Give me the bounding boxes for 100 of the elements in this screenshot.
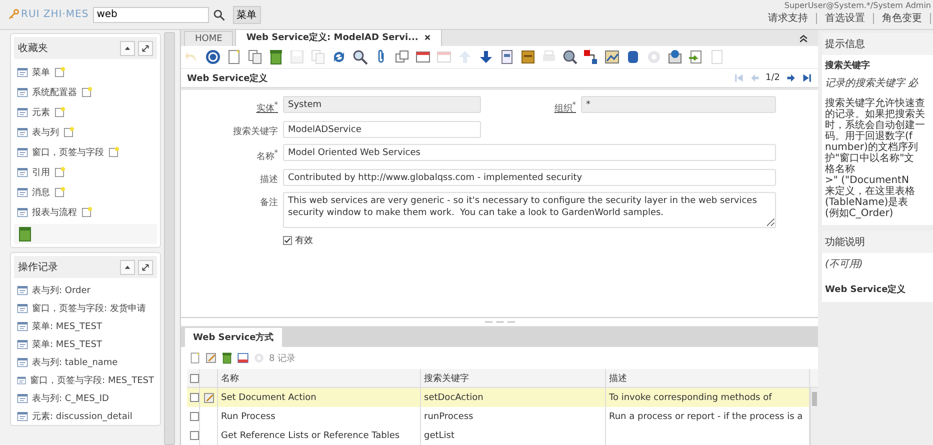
help-text: 的记录。如果把搜索关	[825, 109, 926, 120]
textarea-field[interactable]: This web services are very generic - so it's necessary to configure the security layer in the web services security window to make them work. You can take a look to GardenWorld samples.	[283, 192, 776, 228]
report-icon[interactable]	[499, 49, 515, 65]
note-icon[interactable]	[63, 126, 74, 138]
row-checkbox[interactable]	[190, 412, 199, 421]
chart-icon[interactable]	[604, 49, 620, 65]
trash-icon[interactable]	[17, 226, 33, 242]
field-label[interactable]: 组织$^{*}$	[486, 96, 576, 115]
import-icon[interactable]	[688, 49, 704, 65]
user-label: SuperUser@System.*/System Admin	[784, 1, 931, 10]
window-icon	[17, 320, 28, 332]
note-icon[interactable]	[54, 66, 65, 78]
header-link[interactable]: 请求支持	[760, 13, 817, 24]
column-header[interactable]: 名称	[218, 369, 421, 388]
favorite-item[interactable]: 消息	[32, 186, 50, 198]
history-item[interactable]: 窗口，页签与字段: MES_TEST	[30, 374, 154, 386]
table-cell: getList	[421, 426, 606, 445]
record-position: 1/2	[766, 73, 780, 83]
windows-icon[interactable]	[394, 49, 410, 65]
tab[interactable]: Web Service定义: ModelAD Servi...	[235, 30, 442, 46]
edit-icon[interactable]	[205, 352, 217, 364]
panel-title: 提示信息	[822, 33, 933, 55]
scrollbar[interactable]	[810, 388, 818, 445]
expand-button[interactable]	[138, 40, 153, 56]
favorite-item[interactable]: 窗口，页签与字段	[32, 146, 104, 158]
field-label: 搜索关键字	[232, 126, 278, 138]
column-header[interactable]: 描述	[606, 369, 810, 388]
input-field[interactable]: Model Oriented Web Services	[283, 144, 776, 161]
column-header[interactable]: 搜索关键字	[421, 369, 606, 388]
favorite-item[interactable]: 报表与流程	[32, 206, 77, 218]
favorite-item[interactable]: 表与列	[32, 126, 59, 138]
input-field[interactable]: *	[581, 96, 776, 113]
search-icon[interactable]	[212, 8, 225, 20]
down-arrow-icon[interactable]	[478, 49, 494, 65]
search-field[interactable]: web	[92, 6, 209, 22]
detail-tab[interactable]: Web Service方式	[185, 328, 282, 347]
history-item[interactable]: 菜单: MES_TEST	[32, 320, 102, 332]
field-label[interactable]: 实体$^{*}$	[181, 96, 278, 115]
window-icon	[17, 356, 28, 368]
note-icon[interactable]	[54, 186, 65, 198]
panel-title: 收藏夹	[18, 42, 49, 55]
help-text: 来定义，在这里表格	[825, 186, 916, 197]
input-field[interactable]: Contributed by http://www.globalqss.com - implemented security	[283, 169, 776, 186]
row-checkbox[interactable]	[190, 431, 199, 440]
help-summary: 记录的搜索关键字 必	[825, 76, 920, 90]
help-icon[interactable]	[205, 49, 221, 65]
row-checkbox[interactable]	[190, 393, 199, 402]
next-arrow-icon[interactable]	[786, 73, 796, 83]
history-item[interactable]: 表与列: table_name	[32, 356, 118, 368]
table-cell: To invoke corresponding methods of	[606, 388, 810, 407]
history-item[interactable]: 表与列: C_MES_ID	[32, 392, 109, 404]
checkbox[interactable]	[283, 236, 292, 245]
help-text: 码。用于回退数字(f	[825, 131, 914, 142]
refresh-icon[interactable]	[331, 49, 347, 65]
note-icon[interactable]	[81, 86, 92, 98]
history-item[interactable]: 元素: discussion_detail	[32, 410, 132, 422]
search-icon[interactable]	[352, 49, 368, 65]
header-link[interactable]: 首选设置	[817, 13, 874, 24]
double-chevron-up-icon[interactable]	[799, 34, 808, 42]
checkbox[interactable]	[190, 374, 199, 382]
database-icon[interactable]	[625, 49, 641, 65]
favorite-item[interactable]: 引用	[32, 166, 50, 178]
caret-up-icon	[124, 264, 131, 270]
grid-icon[interactable]	[415, 49, 431, 65]
note-icon[interactable]	[81, 206, 92, 218]
new-document-icon[interactable]	[189, 352, 201, 364]
note-icon[interactable]	[54, 166, 65, 178]
trash-icon[interactable]	[268, 49, 284, 65]
input-field[interactable]: ModelADService	[283, 121, 481, 138]
window-title: Web Service定义	[187, 72, 269, 84]
history-item[interactable]: 表与列: Order	[32, 284, 90, 296]
expand-button[interactable]	[138, 260, 153, 274]
new-document-icon[interactable]	[226, 49, 242, 65]
menu-button[interactable]: 菜单	[232, 6, 261, 24]
edit-icon[interactable]	[203, 392, 215, 404]
collapse-button[interactable]	[120, 40, 135, 56]
history-item[interactable]: 窗口，页签与字段: 发货申请	[32, 302, 146, 314]
grid-icon[interactable]	[237, 352, 249, 364]
header-link[interactable]: 角色变更	[874, 13, 931, 24]
trash-icon[interactable]	[221, 352, 233, 364]
archive-icon[interactable]	[520, 49, 536, 65]
splitter-handle-icon[interactable]	[484, 319, 514, 325]
copy-icon[interactable]	[247, 49, 263, 65]
input-field[interactable]: System	[283, 96, 481, 113]
app-logo: RUI ZHI·MES	[8, 9, 89, 20]
note-icon[interactable]	[54, 106, 65, 118]
tab[interactable]: HOME	[184, 31, 234, 46]
zoom-icon[interactable]	[562, 49, 578, 65]
last-record-icon[interactable]	[802, 73, 812, 83]
scrollbar[interactable]	[164, 32, 175, 445]
history-item[interactable]: 菜单: MES_TEST	[32, 338, 102, 350]
favorite-item[interactable]: 系统配置器	[32, 86, 77, 98]
field-label: 名称$^{*}$	[255, 147, 278, 163]
favorite-item[interactable]: 元素	[32, 106, 50, 118]
export-icon[interactable]	[667, 49, 683, 65]
collapse-button[interactable]	[120, 260, 135, 274]
note-icon[interactable]	[108, 146, 119, 158]
favorite-item[interactable]: 菜单	[32, 66, 50, 78]
close-icon[interactable]	[424, 34, 432, 41]
workflow-icon[interactable]	[583, 49, 599, 65]
